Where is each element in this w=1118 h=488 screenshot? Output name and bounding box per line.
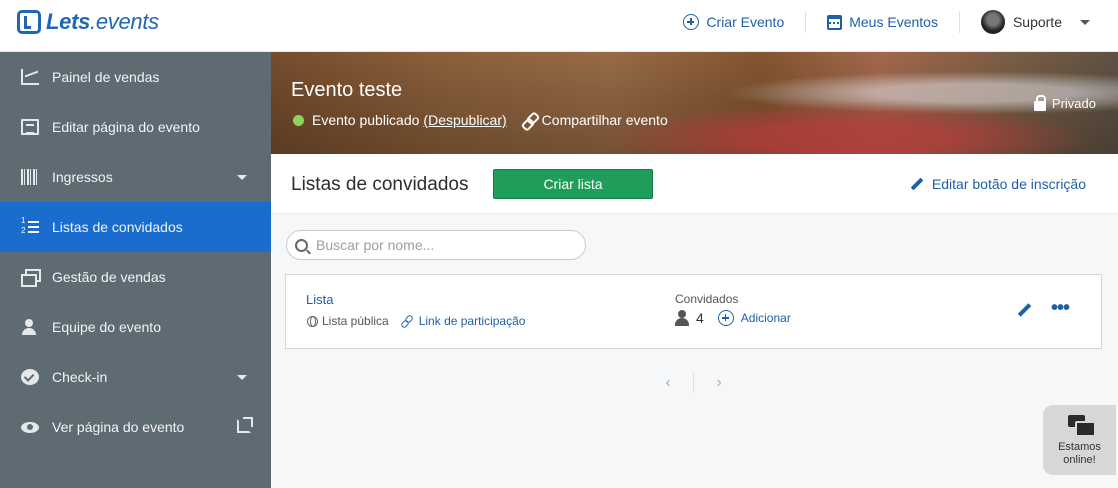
edit-list-button[interactable] [1017, 303, 1031, 317]
chat-line-1: Estamos [1058, 441, 1101, 453]
my-events-label: Meus Eventos [849, 14, 938, 30]
add-guest-link[interactable]: Adicionar [741, 311, 791, 325]
edit-signup-button-link[interactable]: Editar botão de inscrição [910, 176, 1086, 192]
chat-widget[interactable]: Estamos online! [1043, 405, 1116, 475]
create-list-button[interactable]: Criar lista [493, 169, 653, 199]
search-input[interactable] [316, 237, 576, 253]
sidebar-item-label: Listas de convidados [52, 219, 183, 235]
sidebar: Painel de vendas Editar página do evento… [0, 52, 271, 488]
visibility-label: Lista pública [322, 314, 389, 328]
external-link-icon [237, 417, 253, 433]
divider [693, 373, 694, 393]
user-name: Suporte [1012, 14, 1062, 30]
sidebar-item-guest-lists[interactable]: Listas de convidados [0, 202, 271, 252]
chat-text: Estamos online! [1058, 441, 1101, 467]
pencil-icon [910, 177, 924, 191]
chart-line-icon [21, 69, 39, 85]
plus-circle-icon [717, 310, 734, 326]
top-nav: Criar Evento Meus Eventos Suporte [662, 0, 1118, 44]
privacy-label: Privado [1051, 96, 1096, 111]
logo[interactable]: Lets.events [17, 9, 159, 35]
sidebar-item-check-in[interactable]: Check-in [0, 352, 271, 402]
logo-text: Lets.events [46, 9, 159, 34]
person-icon [675, 310, 689, 326]
chevron-down-icon [1080, 19, 1090, 25]
event-status-row: Evento publicado (Despublicar) Compartil… [293, 112, 668, 128]
list-meta: Lista pública Link de participação [307, 314, 525, 328]
sidebar-item-label: Editar página do evento [52, 119, 200, 135]
sidebar-item-label: Ingressos [52, 169, 113, 185]
link-icon [522, 113, 536, 127]
event-title: Evento teste [291, 79, 403, 101]
plus-circle-icon [683, 14, 700, 30]
chevron-down-icon [237, 175, 247, 180]
sales-icon [21, 269, 41, 287]
pagination-prev-button[interactable]: ‹ [656, 372, 680, 394]
more-options-button[interactable]: ••• [1051, 298, 1070, 318]
share-event-link[interactable]: Compartilhar evento [542, 112, 668, 128]
list-name-link[interactable]: Lista [306, 292, 333, 307]
event-banner: Evento teste Evento publicado (Despublic… [271, 52, 1118, 154]
numbered-list-icon [21, 216, 39, 236]
search-icon [295, 238, 308, 252]
status-dot-icon [293, 114, 304, 126]
sidebar-item-tickets[interactable]: Ingressos [0, 152, 271, 202]
sidebar-item-label: Equipe do evento [52, 319, 161, 335]
main-content: Lista Lista pública Link de participação… [271, 215, 1118, 488]
sidebar-item-sales-dashboard[interactable]: Painel de vendas [0, 52, 271, 102]
pagination-next-button[interactable]: › [707, 372, 731, 394]
lock-icon [1033, 94, 1046, 111]
link-icon [401, 315, 413, 327]
sidebar-item-label: Ver página do evento [52, 419, 185, 435]
sidebar-item-event-team[interactable]: Equipe do evento [0, 302, 271, 352]
pagination: ‹ › [656, 372, 731, 394]
section-header: Listas de convidados Criar lista Editar … [271, 154, 1118, 214]
list-item: Lista Lista pública Link de participação… [285, 274, 1102, 349]
create-event-label: Criar Evento [706, 14, 785, 30]
guests-row: 4 Adicionar [675, 310, 791, 326]
my-events-link[interactable]: Meus Eventos [806, 14, 959, 30]
logo-icon [17, 10, 41, 34]
calendar-icon [827, 14, 843, 30]
avatar [980, 10, 1005, 34]
globe-icon [307, 315, 318, 327]
sidebar-item-label: Check-in [52, 369, 108, 385]
guests-count: 4 [696, 310, 704, 326]
search-box [286, 230, 586, 260]
page-title: Listas de convidados [291, 174, 469, 195]
sidebar-item-label: Gestão de vendas [52, 269, 166, 285]
sidebar-item-sales-management[interactable]: Gestão de vendas [0, 252, 271, 302]
sidebar-item-label: Painel de vendas [52, 69, 160, 85]
chat-line-2: online! [1063, 454, 1096, 466]
guests-label: Convidados [675, 292, 739, 306]
eye-icon [21, 421, 39, 433]
sidebar-item-view-page[interactable]: Ver página do evento [0, 402, 271, 452]
chat-bubbles-icon [1067, 415, 1096, 437]
check-circle-icon [21, 369, 39, 385]
top-bar: Lets.events Criar Evento Meus Eventos Su… [0, 0, 1118, 52]
status-text: Evento publicado [312, 112, 420, 128]
barcode-icon [21, 169, 39, 185]
team-icon [21, 319, 39, 335]
edit-signup-label: Editar botão de inscrição [931, 176, 1086, 192]
page-icon [21, 119, 39, 135]
privacy-badge[interactable]: Privado [1033, 94, 1096, 111]
unpublish-link[interactable]: (Despublicar) [423, 112, 506, 128]
user-menu[interactable]: Suporte [960, 10, 1118, 34]
create-event-link[interactable]: Criar Evento [662, 14, 805, 30]
participation-link[interactable]: Link de participação [419, 314, 526, 328]
chevron-down-icon [237, 375, 247, 380]
sidebar-item-edit-page[interactable]: Editar página do evento [0, 102, 271, 152]
